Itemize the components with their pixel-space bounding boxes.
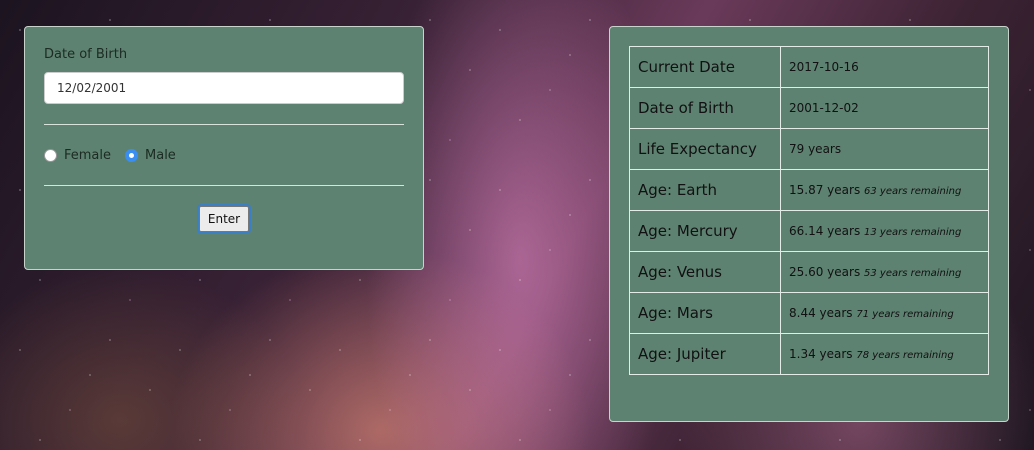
table-row: Age: Jupiter 1.34 years 78 years remaini… [629, 333, 989, 375]
table-row: Age: Mars 8.44 years 71 years remaining [629, 292, 989, 334]
male-radio-label[interactable]: Male [145, 148, 176, 163]
age-value: 79 years [789, 142, 842, 156]
table-row: Age: Earth 15.87 years 63 years remainin… [629, 169, 989, 211]
row-key: Age: Venus [629, 251, 781, 293]
row-value: 79 years [780, 128, 989, 170]
age-value: 2001-12-02 [789, 101, 859, 115]
row-value: 15.87 years 63 years remaining [780, 169, 989, 211]
row-key: Age: Jupiter [629, 333, 781, 375]
table-row: Life Expectancy 79 years [629, 128, 989, 170]
row-key: Life Expectancy [629, 128, 781, 170]
age-value: 8.44 years [789, 306, 853, 320]
table-row: Date of Birth 2001-12-02 [629, 87, 989, 129]
remaining-years: 78 years remaining [856, 350, 954, 361]
remaining-years: 63 years remaining [864, 186, 962, 197]
row-value: 2001-12-02 [780, 87, 989, 129]
age-value: 15.87 years [789, 183, 861, 197]
row-key: Age: Earth [629, 169, 781, 211]
age-value: 1.34 years [789, 347, 853, 361]
row-value: 8.44 years 71 years remaining [780, 292, 989, 334]
divider [44, 124, 404, 125]
row-value: 66.14 years 13 years remaining [780, 210, 989, 252]
male-radio[interactable] [125, 148, 139, 162]
row-value: 2017-10-16 [780, 46, 989, 88]
dob-label: Date of Birth [44, 47, 128, 62]
row-key: Current Date [629, 46, 781, 88]
table-row: Age: Venus 25.60 years 53 years remainin… [629, 251, 989, 293]
input-form-panel: Date of Birth 12/02/2001 Female Male Ent… [24, 26, 424, 270]
row-key: Age: Mars [629, 292, 781, 334]
remaining-years: 53 years remaining [864, 268, 962, 279]
female-radio[interactable] [44, 148, 57, 162]
enter-button[interactable]: Enter [198, 206, 250, 232]
gender-radio-group: Female Male [44, 145, 404, 165]
age-value: 2017-10-16 [789, 60, 859, 74]
table-row: Current Date 2017-10-16 [629, 46, 989, 88]
results-panel: Current Date 2017-10-16 Date of Birth 20… [609, 26, 1009, 422]
age-value: 66.14 years [789, 224, 861, 238]
remaining-years: 13 years remaining [864, 227, 962, 238]
results-table: Current Date 2017-10-16 Date of Birth 20… [629, 46, 989, 375]
row-value: 25.60 years 53 years remaining [780, 251, 989, 293]
row-value: 1.34 years 78 years remaining [780, 333, 989, 375]
table-row: Age: Mercury 66.14 years 13 years remain… [629, 210, 989, 252]
row-key: Date of Birth [629, 87, 781, 129]
dob-date-input[interactable]: 12/02/2001 [44, 72, 404, 104]
divider [44, 185, 404, 186]
row-key: Age: Mercury [629, 210, 781, 252]
age-value: 25.60 years [789, 265, 861, 279]
female-radio-label[interactable]: Female [64, 148, 111, 163]
remaining-years: 71 years remaining [856, 309, 954, 320]
